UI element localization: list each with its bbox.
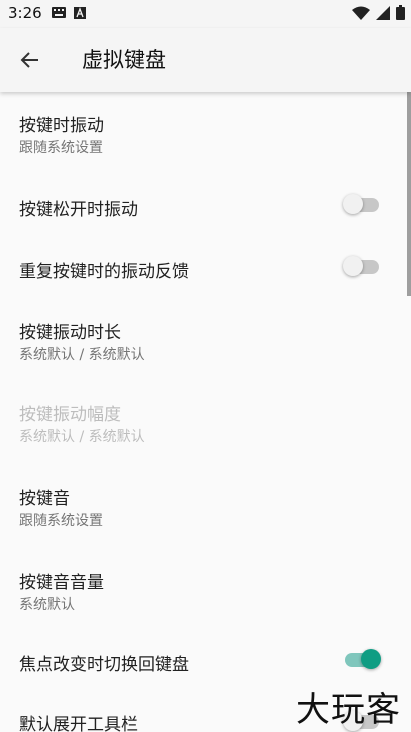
watermark-logo: 大玩客	[296, 690, 401, 730]
pref-title: 按键时振动	[19, 116, 104, 136]
pref-vibrate-on-keypress[interactable]: 按键时振动 跟随系统设置	[0, 92, 411, 174]
pref-title: 焦点改变时切换回键盘	[19, 655, 189, 675]
pref-summary: 系统默认 / 系统默认	[19, 347, 145, 363]
page-title: 虚拟键盘	[82, 48, 166, 72]
pref-title: 按键音音量	[19, 573, 104, 593]
pref-keypress-volume[interactable]: 按键音音量 系统默认	[0, 548, 411, 632]
pref-keypress-sound[interactable]: 按键音 跟随系统设置	[0, 464, 411, 548]
app-bar: 虚拟键盘	[0, 28, 411, 92]
pref-vibration-duration[interactable]: 按键振动时长 系统默认 / 系统默认	[0, 298, 411, 380]
battery-icon	[396, 5, 405, 20]
pref-summary: 系统默认 / 系统默认	[19, 429, 145, 445]
keyboard-icon	[52, 7, 66, 18]
vibrate-on-release-switch[interactable]	[343, 194, 381, 216]
a-icon	[74, 7, 86, 19]
pref-title: 按键振动幅度	[19, 405, 121, 425]
signal-icon	[376, 5, 390, 20]
pref-summary: 跟随系统设置	[19, 513, 103, 529]
pref-title: 按键振动时长	[19, 323, 121, 343]
preference-list[interactable]: 按键时振动 跟随系统设置 按键松开时振动 重复按键时的振动反馈 按键振动时长 系…	[0, 92, 411, 732]
wifi-icon	[352, 6, 370, 20]
pref-title: 默认展开工具栏	[19, 715, 138, 732]
pref-title: 按键音	[19, 489, 70, 509]
pref-vibrate-on-release[interactable]: 按键松开时振动	[0, 174, 411, 236]
arrow-left-icon	[20, 52, 38, 68]
back-button[interactable]	[16, 46, 44, 74]
pref-vibrate-on-repeat[interactable]: 重复按键时的振动反馈	[0, 236, 411, 298]
pref-title: 按键松开时振动	[19, 200, 138, 220]
status-time: 3:26	[8, 4, 42, 22]
pref-vibration-amplitude: 按键振动幅度 系统默认 / 系统默认	[0, 380, 411, 464]
pref-summary: 跟随系统设置	[19, 140, 103, 156]
status-bar: 3:26	[0, 0, 411, 28]
pref-summary: 系统默认	[19, 597, 75, 613]
scrollbar[interactable]	[407, 92, 411, 296]
pref-title: 重复按键时的振动反馈	[19, 262, 189, 282]
vibrate-on-repeat-switch[interactable]	[343, 256, 381, 278]
switch-back-on-focus-switch[interactable]	[345, 649, 381, 671]
